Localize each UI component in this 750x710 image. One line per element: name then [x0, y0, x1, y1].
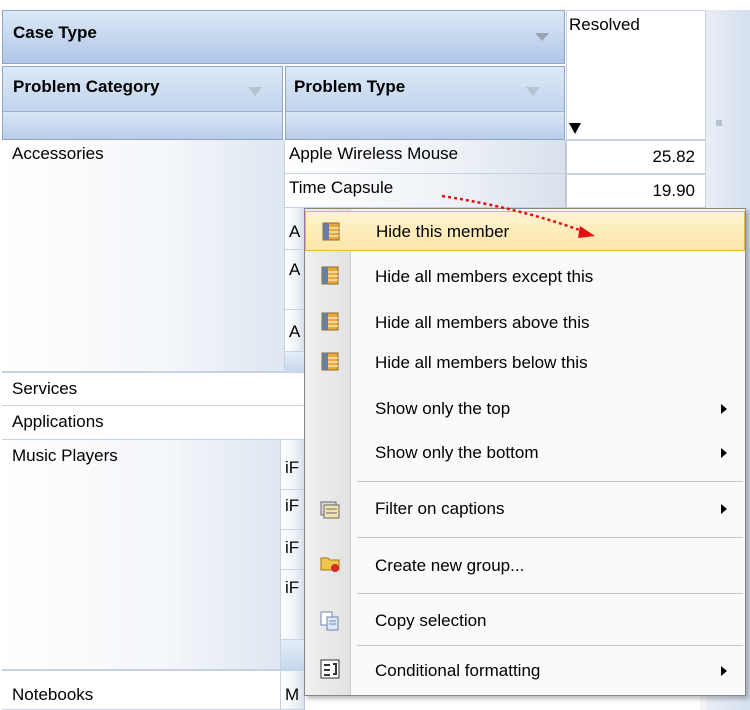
annotation-arrow-line: [441, 194, 586, 234]
annotation-arrow: [441, 194, 595, 238]
annotation-arrow-head: [578, 226, 595, 238]
